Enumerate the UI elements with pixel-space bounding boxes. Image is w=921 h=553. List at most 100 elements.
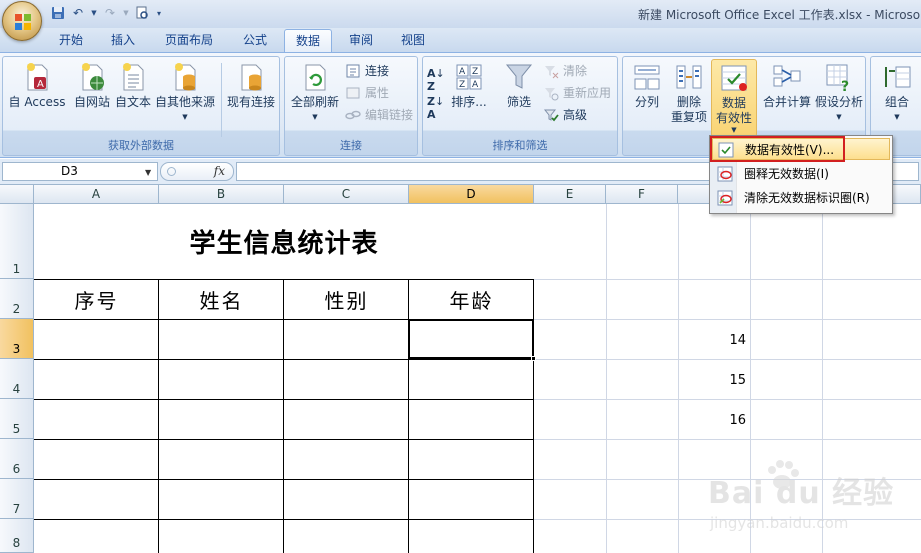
sort-ascending-icon[interactable]: A↓ Z xyxy=(427,67,447,95)
select-all-button[interactable] xyxy=(0,185,34,204)
group-label-connections: 连接 xyxy=(340,139,362,152)
what-if-analysis-button[interactable]: ? 假设分析 ▼ xyxy=(813,61,865,125)
menu-item-data-validation[interactable]: 数据有效性(V)... xyxy=(712,138,890,160)
tab-data[interactable]: 数据 xyxy=(284,29,332,52)
gridline xyxy=(534,319,921,320)
refresh-all-button[interactable]: 全部刷新 ▼ xyxy=(289,61,341,125)
office-button[interactable] xyxy=(2,1,42,41)
svg-text:A: A xyxy=(472,80,479,90)
tab-view[interactable]: 视图 xyxy=(390,29,436,52)
active-cell-d3[interactable] xyxy=(408,319,534,359)
group-sort-filter: A↓ Z Z↓ A AZZA 排序... 筛选 清除 重新应用 高级 排序和筛选 xyxy=(422,56,618,156)
existing-connections-button[interactable]: 现有连接 xyxy=(225,61,277,110)
clear-filter-icon xyxy=(543,63,559,79)
undo-icon[interactable]: ↶ xyxy=(70,5,86,21)
header-cell-gender[interactable]: 性别 xyxy=(284,279,409,319)
insert-function-button[interactable]: fx xyxy=(160,162,234,181)
column-header-c[interactable]: C xyxy=(284,185,409,204)
remove-duplicates-icon xyxy=(674,61,704,93)
from-access-button[interactable]: A 自 Access xyxy=(7,61,67,110)
edit-links-button[interactable]: 编辑链接 xyxy=(345,105,413,125)
table-border xyxy=(34,439,534,440)
header-cell-name[interactable]: 姓名 xyxy=(159,279,284,319)
group-label-get-external-data: 获取外部数据 xyxy=(108,139,174,152)
gridline xyxy=(534,359,921,360)
gridline xyxy=(534,399,921,400)
redo-icon[interactable]: ↷ xyxy=(102,5,118,21)
tab-review[interactable]: 审阅 xyxy=(338,29,384,52)
column-header-e[interactable]: E xyxy=(534,185,606,204)
column-header-d[interactable]: D xyxy=(409,185,534,204)
other-sources-icon xyxy=(170,61,200,93)
row-header-8[interactable]: 8 xyxy=(0,519,34,553)
print-preview-icon[interactable] xyxy=(134,5,150,21)
remove-duplicates-button[interactable]: 删除 重复项 xyxy=(669,61,709,125)
svg-text:Z: Z xyxy=(472,67,478,77)
menu-item-clear-validation-circles[interactable]: 清除无效数据标识圈(R) xyxy=(712,187,890,209)
row-header-3[interactable]: 3 xyxy=(0,319,34,359)
sort-icon: AZZA xyxy=(454,61,484,93)
row-header-1[interactable]: 1 xyxy=(0,204,34,279)
reapply-icon xyxy=(543,85,559,101)
advanced-filter-button[interactable]: 高级 xyxy=(543,105,587,125)
sort-descending-icon[interactable]: Z↓ A xyxy=(427,95,447,123)
watermark-brand: Bai du 经验 xyxy=(708,476,895,511)
formula-bar-expand-icon xyxy=(167,167,176,176)
from-text-button[interactable]: 自文本 xyxy=(113,61,153,110)
row-header-2[interactable]: 2 xyxy=(0,279,34,319)
cell-value[interactable]: 14 xyxy=(686,333,746,348)
text-file-icon xyxy=(118,61,148,93)
name-box[interactable]: D3 xyxy=(2,162,158,181)
fx-icon: fx xyxy=(213,164,225,178)
properties-button[interactable]: 属性 xyxy=(345,83,389,103)
table-title[interactable]: 学生信息统计表 xyxy=(34,204,534,279)
header-cell-age[interactable]: 年龄 xyxy=(409,279,534,319)
cell-value[interactable]: 16 xyxy=(686,413,746,428)
column-header-b[interactable]: B xyxy=(159,185,284,204)
advanced-filter-icon xyxy=(543,107,559,123)
customize-qat-icon[interactable]: ▾ xyxy=(154,5,164,21)
row-header-4[interactable]: 4 xyxy=(0,359,34,399)
redo-dropdown-icon[interactable]: ▼ xyxy=(122,5,130,21)
undo-dropdown-icon[interactable]: ▼ xyxy=(90,5,98,21)
chevron-down-icon: ▼ xyxy=(312,113,318,121)
tab-page-layout[interactable]: 页面布局 xyxy=(154,29,224,52)
tab-insert[interactable]: 插入 xyxy=(100,29,146,52)
table-border xyxy=(34,519,534,520)
tab-home[interactable]: 开始 xyxy=(48,29,94,52)
row-header-7[interactable]: 7 xyxy=(0,479,34,519)
connections-button[interactable]: 连接 xyxy=(345,61,389,81)
watermark: Bai du 经验 jingyan.baidu.com xyxy=(700,460,910,542)
quick-access-toolbar: ↶ ▼ ↷ ▼ ▾ xyxy=(48,4,164,22)
column-header-f[interactable]: F xyxy=(606,185,678,204)
group-get-external-data: A 自 Access 自网站 自文本 自其他来源 ▼ 现有连接 获取外部数据 xyxy=(2,56,280,156)
group-label-sort-filter: 排序和筛选 xyxy=(492,139,548,152)
header-cell-number[interactable]: 序号 xyxy=(34,279,159,319)
reapply-button[interactable]: 重新应用 xyxy=(543,83,611,103)
gridline xyxy=(678,204,679,553)
fill-handle[interactable] xyxy=(531,356,536,361)
svg-text:?: ? xyxy=(841,79,849,93)
column-header-a[interactable]: A xyxy=(34,185,159,204)
filter-button[interactable]: 筛选 xyxy=(501,61,537,110)
refresh-icon xyxy=(300,61,330,93)
sort-button[interactable]: AZZA 排序... xyxy=(449,61,489,110)
from-web-button[interactable]: 自网站 xyxy=(69,61,115,110)
from-other-sources-button[interactable]: 自其他来源 ▼ xyxy=(153,61,217,125)
row-header-5[interactable]: 5 xyxy=(0,399,34,439)
tab-formulas[interactable]: 公式 xyxy=(232,29,278,52)
text-to-columns-button[interactable]: 分列 xyxy=(627,61,667,110)
save-icon[interactable] xyxy=(50,5,66,21)
clear-button[interactable]: 清除 xyxy=(543,61,587,81)
cell-value[interactable]: 15 xyxy=(686,373,746,388)
row-header-6[interactable]: 6 xyxy=(0,439,34,479)
ribbon-tabs: 开始 插入 页面布局 公式 数据 审阅 视图 xyxy=(0,28,921,52)
office-logo-icon xyxy=(15,14,31,30)
watermark-url: jingyan.baidu.com xyxy=(710,514,849,532)
group-button[interactable]: 组合 ▼ xyxy=(879,61,915,125)
menu-item-circle-invalid-data[interactable]: 圈释无效数据(I) xyxy=(712,163,890,185)
consolidate-button[interactable]: 合并计算 xyxy=(761,61,813,110)
name-box-dropdown-icon[interactable]: ▼ xyxy=(145,168,151,177)
table-border xyxy=(158,279,159,553)
data-validation-button[interactable]: 数据 有效性 ▼ xyxy=(711,59,757,137)
